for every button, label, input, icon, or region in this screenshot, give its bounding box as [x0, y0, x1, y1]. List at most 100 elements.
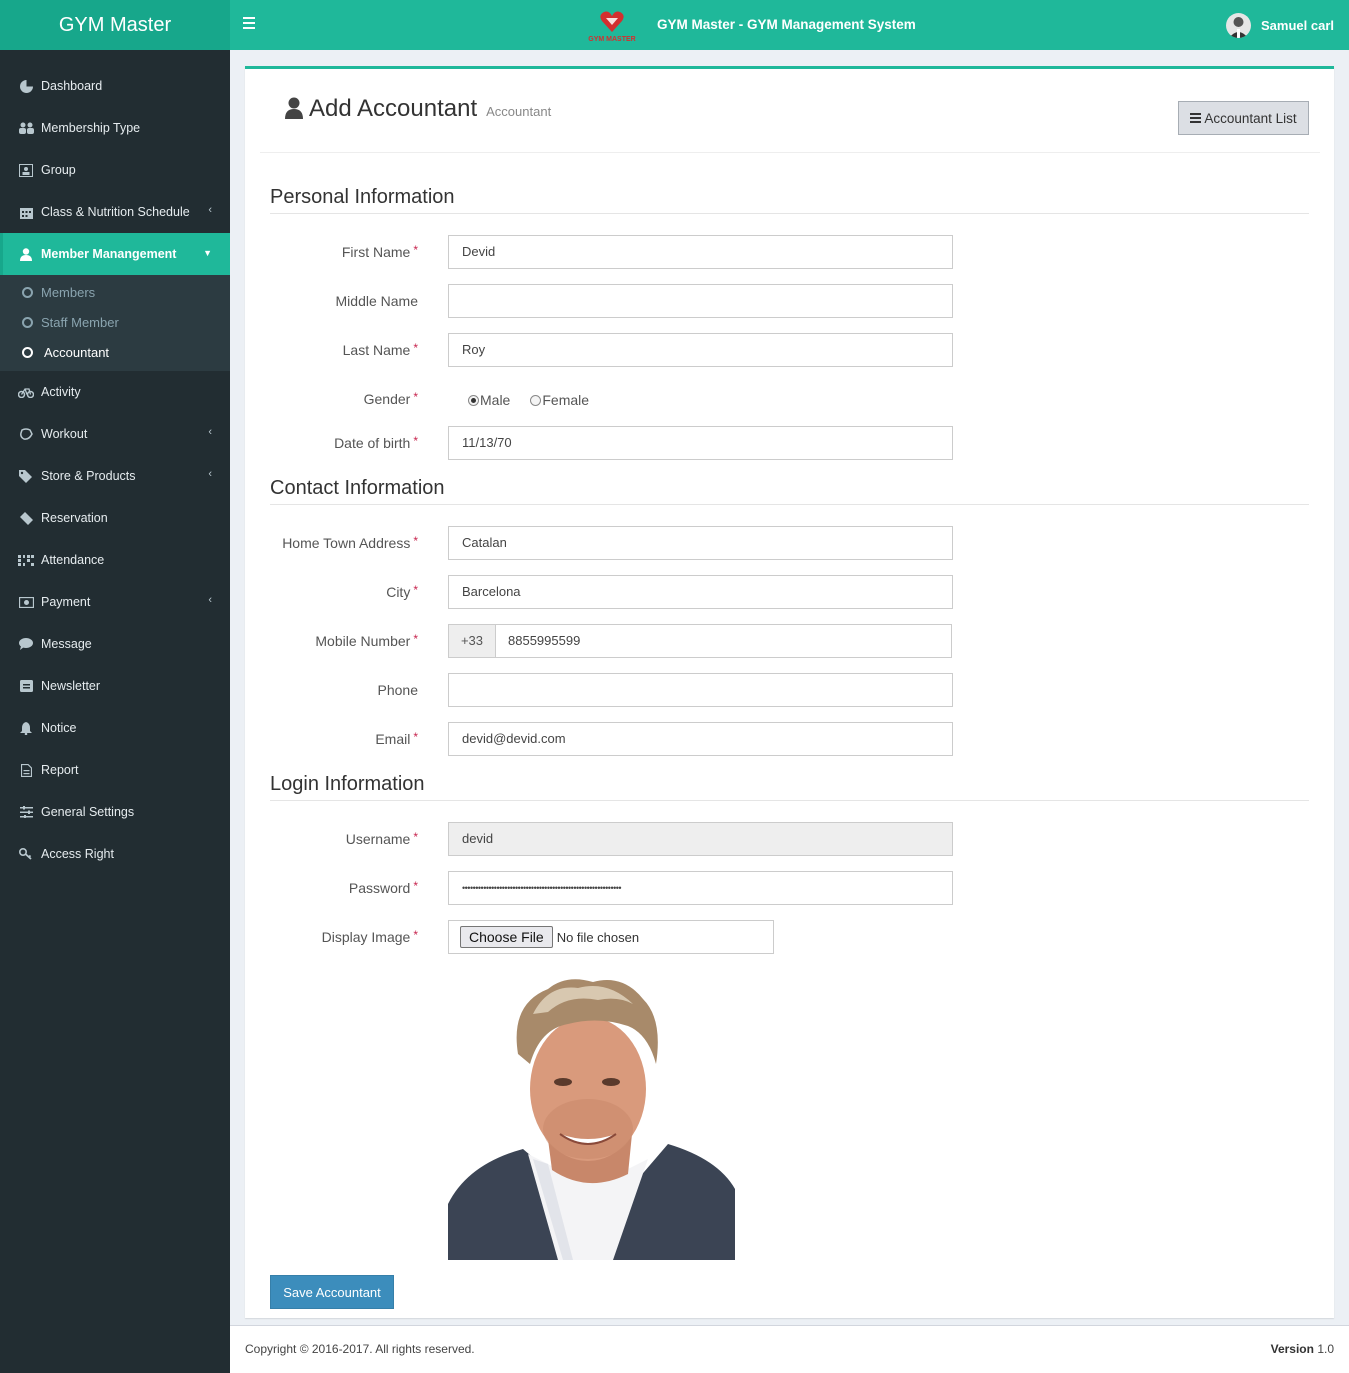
sidebar: Dashboard Membership Type Group Class & … — [0, 50, 230, 1373]
user-menu[interactable]: Samuel carl — [1226, 0, 1334, 50]
sidebar-item-message[interactable]: Message — [0, 623, 230, 665]
date-of-birth-field[interactable]: 11/13/70 — [448, 426, 953, 460]
home-town-address-field[interactable]: Catalan — [448, 526, 953, 560]
gender-female-label: Female — [542, 392, 590, 408]
sidebar-item-label: Payment — [41, 595, 91, 609]
add-accountant-panel: Add Accountant Accountant Accountant Lis… — [245, 66, 1334, 1318]
middle-name-field[interactable] — [448, 284, 953, 318]
circle-icon — [22, 316, 33, 328]
chevron-left-icon: ‹ — [208, 594, 212, 606]
display-image-label: Display Image * — [321, 928, 418, 945]
user-icon — [18, 247, 34, 261]
sidebar-item-workout[interactable]: Workout ‹ — [0, 413, 230, 455]
country-code-addon: +33 — [449, 625, 496, 657]
group-icon — [18, 163, 34, 177]
sidebar-item-label: Class & Nutrition Schedule — [41, 205, 190, 219]
dashboard-icon — [18, 79, 34, 93]
version-text: Version 1.0 — [1270, 1342, 1334, 1356]
sidebar-item-label: Workout — [41, 427, 88, 441]
city-label: City * — [386, 583, 418, 600]
panel-header: Add Accountant Accountant Accountant Lis… — [260, 69, 1320, 153]
top-navbar: GYM Master GYM MASTER GYM Master - GYM M… — [0, 0, 1349, 50]
sidebar-item-activity[interactable]: Activity — [0, 371, 230, 413]
submenu-item-members[interactable]: Members — [0, 277, 230, 307]
app-title: GYM Master - GYM Management System — [657, 17, 916, 32]
section-personal-information: Personal Information — [270, 186, 1309, 214]
username-label: Username * — [345, 830, 418, 847]
sidebar-item-label: Group — [41, 163, 76, 177]
password-label: Password * — [348, 879, 418, 896]
user-icon — [285, 97, 303, 119]
radio-unchecked-icon[interactable] — [530, 394, 542, 406]
newsletter-icon — [18, 679, 34, 693]
sidebar-item-label: Newsletter — [41, 679, 101, 693]
ticket-icon — [18, 511, 34, 525]
city-field[interactable]: Barcelona — [448, 575, 953, 609]
key-icon — [18, 847, 34, 861]
page-heading: Add Accountant — [309, 95, 478, 122]
choose-file-button[interactable]: Choose File — [460, 926, 553, 948]
submenu-item-label: Accountant — [44, 344, 110, 360]
sidebar-item-member-management[interactable]: Member Manangement ▼ — [0, 233, 230, 275]
gender-label: Gender * — [363, 390, 418, 407]
sidebar-item-label: Reservation — [41, 511, 108, 525]
username-field[interactable]: devid — [448, 822, 953, 856]
submenu-item-accountant[interactable]: Accountant — [0, 337, 230, 367]
gender-male-radio[interactable]: Male — [468, 392, 510, 408]
bell-icon — [18, 721, 34, 735]
sliders-icon — [18, 805, 34, 819]
avatar — [1226, 12, 1251, 38]
radio-checked-icon[interactable] — [468, 394, 479, 406]
users-icon — [18, 121, 34, 135]
brand-logo[interactable]: GYM Master — [0, 0, 230, 50]
sidebar-item-notice[interactable]: Notice — [0, 707, 230, 749]
sidebar-item-newsletter[interactable]: Newsletter — [0, 665, 230, 707]
sidebar-item-store-products[interactable]: Store & Products ‹ — [0, 455, 230, 497]
email-field[interactable]: devid@devid.com — [448, 722, 953, 756]
sidebar-item-label: General Settings — [41, 805, 135, 819]
password-field[interactable]: ••••••••••••••••••••••••••••••••••••••••… — [448, 871, 953, 905]
sidebar-item-label: Message — [41, 637, 92, 651]
sidebar-item-membership-type[interactable]: Membership Type — [0, 107, 230, 149]
save-accountant-button[interactable]: Save Accountant — [270, 1275, 394, 1309]
last-name-field[interactable]: Roy — [448, 333, 953, 367]
page-title: Add Accountant Accountant — [285, 94, 551, 123]
workout-icon — [18, 427, 34, 441]
sidebar-toggle-icon[interactable] — [243, 17, 257, 31]
chevron-left-icon: ‹ — [208, 426, 212, 438]
last-name-label: Last Name * — [342, 341, 418, 358]
accountant-list-button[interactable]: Accountant List — [1178, 101, 1309, 135]
sidebar-item-group[interactable]: Group — [0, 149, 230, 191]
chevron-left-icon: ‹ — [208, 468, 212, 480]
sidebar-item-report[interactable]: Report — [0, 749, 230, 791]
report-icon — [18, 763, 34, 777]
circle-icon — [22, 286, 33, 298]
sidebar-item-attendance[interactable]: Attendance — [0, 539, 230, 581]
first-name-label: First Name * — [341, 243, 418, 260]
gender-female-radio[interactable]: Female — [530, 392, 589, 408]
phone-field[interactable] — [448, 673, 953, 707]
mobile-number-group: +33 8855995599 — [448, 624, 952, 658]
mobile-number-field[interactable]: 8855995599 — [496, 625, 580, 657]
circle-icon — [22, 346, 33, 358]
dob-label: Date of birth * — [334, 434, 418, 451]
sidebar-item-label: Notice — [41, 721, 77, 735]
sidebar-item-label: Membership Type — [41, 121, 141, 135]
accountant-list-label: Accountant List — [1204, 110, 1297, 126]
gender-male-label: Male — [480, 392, 511, 408]
sidebar-item-class-nutrition[interactable]: Class & Nutrition Schedule ‹ — [0, 191, 230, 233]
svg-text:GYM MASTER: GYM MASTER — [588, 36, 635, 43]
first-name-field[interactable]: Devid — [448, 235, 953, 269]
sidebar-item-label: Store & Products — [41, 469, 136, 483]
email-label: Email * — [375, 730, 418, 747]
calendar-icon — [18, 205, 34, 219]
sidebar-item-payment[interactable]: Payment ‹ — [0, 581, 230, 623]
sidebar-item-access-right[interactable]: Access Right — [0, 833, 230, 875]
list-icon — [1190, 111, 1202, 125]
bicycle-icon — [18, 385, 34, 399]
address-label: Home Town Address * — [282, 534, 418, 551]
sidebar-item-reservation[interactable]: Reservation — [0, 497, 230, 539]
sidebar-item-dashboard[interactable]: Dashboard — [0, 65, 230, 107]
sidebar-item-general-settings[interactable]: General Settings — [0, 791, 230, 833]
submenu-item-staff-member[interactable]: Staff Member — [0, 307, 230, 337]
